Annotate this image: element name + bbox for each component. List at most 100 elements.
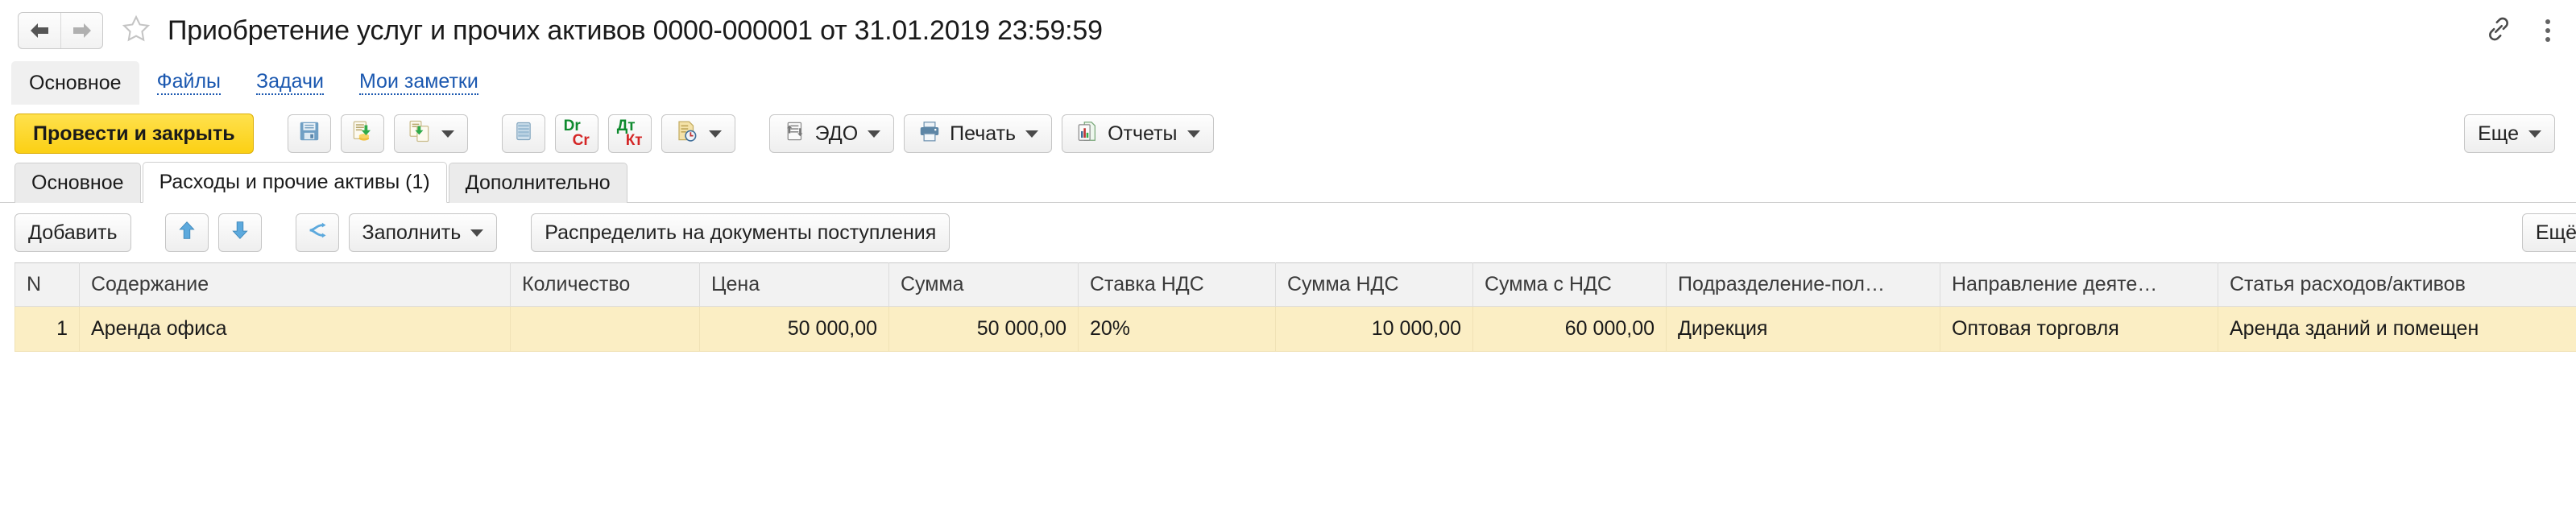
arrow-left-icon bbox=[27, 22, 52, 39]
nav-link-tasks[interactable]: Задачи bbox=[238, 61, 342, 105]
move-row-down-button[interactable] bbox=[217, 213, 262, 252]
arrow-down-icon bbox=[230, 219, 251, 247]
split-rows-button[interactable] bbox=[295, 213, 339, 252]
post-document-icon bbox=[350, 119, 375, 149]
col-header-expense-item[interactable]: Статья расходов/активов bbox=[2218, 262, 2576, 307]
cell-expense-item[interactable]: Аренда зданий и помещен bbox=[2218, 306, 2576, 352]
post-document-button[interactable] bbox=[340, 114, 384, 153]
col-header-n[interactable]: N bbox=[14, 262, 80, 307]
post-and-close-button[interactable]: Провести и закрыть bbox=[14, 114, 254, 154]
table-more-menu-button[interactable]: Ещё bbox=[2521, 213, 2576, 252]
fill-label: Заполнить bbox=[362, 221, 462, 244]
favorite-button[interactable] bbox=[121, 14, 151, 48]
star-outline-icon bbox=[121, 14, 151, 48]
back-button[interactable] bbox=[19, 13, 60, 48]
table-header-row: N Содержание Количество Цена Сумма Ставк… bbox=[14, 262, 2576, 307]
register-records-icon bbox=[512, 120, 535, 148]
post-by-button[interactable] bbox=[393, 114, 468, 153]
dr-cr-button[interactable]: Dr Cr bbox=[554, 114, 598, 153]
arrow-right-icon bbox=[70, 22, 94, 39]
chevron-down-icon bbox=[1187, 130, 1200, 138]
cr-label: Cr bbox=[572, 132, 590, 149]
nav-link-my-notes[interactable]: Мои заметки bbox=[342, 61, 496, 105]
distribute-to-receipt-docs-button[interactable]: Распределить на документы поступления bbox=[531, 213, 950, 252]
nav-link-main[interactable]: Основное bbox=[11, 61, 139, 105]
cell-content[interactable]: Аренда офиса bbox=[79, 306, 511, 352]
title-bar: Приобретение услуг и прочих активов 0000… bbox=[0, 0, 2576, 61]
table-row[interactable]: 1 Аренда офиса 50 000,00 50 000,00 20% 1… bbox=[14, 306, 2576, 352]
post-document-copy-icon bbox=[408, 119, 432, 149]
col-header-content[interactable]: Содержание bbox=[79, 262, 511, 307]
save-button[interactable] bbox=[287, 114, 331, 153]
nav-link-files-label: Файлы bbox=[156, 71, 221, 96]
tab-expenses-and-other-assets[interactable]: Расходы и прочие активы (1) bbox=[142, 162, 447, 203]
expenses-table: N Содержание Количество Цена Сумма Ставк… bbox=[14, 262, 2576, 352]
nav-link-my-notes-label: Мои заметки bbox=[358, 71, 478, 96]
document-history-button[interactable] bbox=[661, 114, 735, 153]
kt-label: Кт bbox=[625, 132, 643, 149]
tab-additional-label: Дополнительно bbox=[465, 171, 611, 194]
printer-icon bbox=[917, 119, 942, 149]
cell-n[interactable]: 1 bbox=[14, 306, 80, 352]
section-navigation: Основное Файлы Задачи Мои заметки bbox=[0, 61, 2576, 105]
tab-main[interactable]: Основное bbox=[14, 163, 141, 203]
tab-additional[interactable]: Дополнительно bbox=[448, 163, 627, 203]
cell-amount[interactable]: 50 000,00 bbox=[888, 306, 1079, 352]
link-icon[interactable] bbox=[2484, 14, 2513, 47]
cell-quantity[interactable] bbox=[510, 306, 700, 352]
floppy-disk-icon bbox=[297, 119, 321, 149]
nav-link-tasks-label: Задачи bbox=[256, 71, 324, 96]
document-history-icon bbox=[675, 119, 699, 149]
edo-button[interactable]: ЭДО bbox=[768, 114, 895, 153]
col-header-vat-amount[interactable]: Сумма НДС bbox=[1275, 262, 1473, 307]
cell-vat-rate[interactable]: 20% bbox=[1078, 306, 1276, 352]
page-title: Приобретение услуг и прочих активов 0000… bbox=[168, 14, 1103, 46]
reports-label: Отчеты bbox=[1108, 122, 1178, 145]
chevron-down-icon bbox=[2528, 130, 2541, 138]
add-row-button[interactable]: Добавить bbox=[14, 213, 131, 252]
col-header-price[interactable]: Цена bbox=[699, 262, 889, 307]
print-label: Печать bbox=[950, 122, 1017, 145]
cell-activity[interactable]: Оптовая торговля bbox=[1940, 306, 2218, 352]
forward-button[interactable] bbox=[60, 13, 102, 48]
distribute-label: Распределить на документы поступления bbox=[545, 221, 937, 244]
table-more-menu-label: Ещё bbox=[2535, 221, 2576, 244]
cell-price[interactable]: 50 000,00 bbox=[699, 306, 889, 352]
move-row-up-button[interactable] bbox=[164, 213, 209, 252]
reports-chart-icon bbox=[1075, 119, 1100, 149]
cell-vat-amount[interactable]: 10 000,00 bbox=[1275, 306, 1473, 352]
navigation-buttons bbox=[18, 12, 103, 49]
reports-button[interactable]: Отчеты bbox=[1062, 114, 1214, 153]
print-button[interactable]: Печать bbox=[904, 114, 1053, 153]
col-header-amount[interactable]: Сумма bbox=[888, 262, 1079, 307]
tab-main-label: Основное bbox=[31, 171, 124, 194]
col-header-amount-with-vat[interactable]: Сумма с НДС bbox=[1472, 262, 1667, 307]
chevron-down-icon bbox=[470, 229, 484, 237]
col-header-quantity[interactable]: Количество bbox=[510, 262, 700, 307]
col-header-vat-rate[interactable]: Ставка НДС bbox=[1078, 262, 1276, 307]
chevron-down-icon bbox=[708, 130, 722, 138]
expenses-grid: N Содержание Количество Цена Сумма Ставк… bbox=[0, 262, 2576, 352]
fill-button[interactable]: Заполнить bbox=[348, 213, 498, 252]
dr-cr-icon: Dr Cr bbox=[564, 118, 590, 149]
chevron-down-icon bbox=[868, 130, 881, 138]
post-and-close-label: Провести и закрыть bbox=[33, 122, 235, 145]
cell-amount-with-vat[interactable]: 60 000,00 bbox=[1472, 306, 1667, 352]
more-menu-label: Еще bbox=[2478, 122, 2519, 145]
more-menu-button[interactable]: Еще bbox=[2464, 114, 2555, 153]
dt-kt-button[interactable]: Дт Кт bbox=[607, 114, 652, 153]
main-toolbar: Провести и закрыть Dr Cr Дт Кт ЭДО Печат… bbox=[0, 105, 2576, 163]
edo-label: ЭДО bbox=[814, 122, 859, 145]
nav-link-files[interactable]: Файлы bbox=[139, 61, 238, 105]
kebab-menu-icon[interactable] bbox=[2541, 16, 2555, 45]
cell-department[interactable]: Дирекция bbox=[1666, 306, 1940, 352]
col-header-activity[interactable]: Направление деяте… bbox=[1940, 262, 2218, 307]
edo-exchange-icon bbox=[783, 119, 807, 149]
arrow-up-icon bbox=[176, 219, 197, 247]
col-header-department[interactable]: Подразделение-пол… bbox=[1666, 262, 1940, 307]
register-records-button[interactable] bbox=[501, 114, 545, 153]
document-tabs: Основное Расходы и прочие активы (1) Доп… bbox=[0, 162, 2576, 203]
chevron-down-icon bbox=[1025, 130, 1039, 138]
dt-kt-icon: Дт Кт bbox=[617, 118, 643, 149]
title-bar-actions bbox=[2484, 14, 2555, 47]
